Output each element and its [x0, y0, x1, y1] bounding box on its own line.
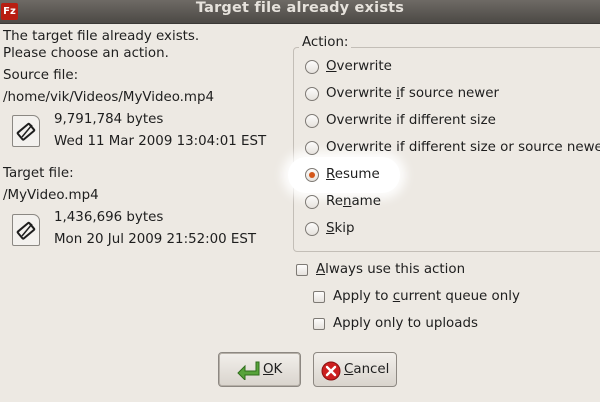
- source-file-date: Wed 11 Mar 2009 13:04:01 EST: [54, 134, 267, 149]
- message-line-1: The target file already exists.: [3, 29, 200, 44]
- radio-button[interactable]: [305, 195, 319, 209]
- radio-button[interactable]: [305, 114, 319, 128]
- target-file-size: 1,436,696 bytes: [54, 210, 164, 225]
- radio-button-selected[interactable]: [305, 168, 319, 182]
- source-video-file-icon: [12, 115, 40, 147]
- target-file-date: Mon 20 Jul 2009 21:52:00 EST: [54, 232, 257, 247]
- radio-button[interactable]: [305, 87, 319, 101]
- source-file-size: 9,791,784 bytes: [54, 112, 164, 127]
- checkbox[interactable]: [313, 291, 325, 303]
- target-file-label: Target file:: [3, 166, 74, 181]
- ok-button[interactable]: OK: [218, 352, 301, 387]
- always-use-action-checkbox[interactable]: Always use this action: [296, 261, 476, 281]
- radio-resume[interactable]: Resume: [305, 164, 405, 186]
- radio-button[interactable]: [305, 222, 319, 236]
- checkbox[interactable]: [296, 264, 308, 276]
- message-line-2: Please choose an action.: [3, 46, 169, 61]
- source-file-path: /home/vik/Videos/MyVideo.mp4: [3, 90, 214, 105]
- checkbox[interactable]: [313, 318, 325, 330]
- radio-overwrite[interactable]: Overwrite: [305, 56, 505, 78]
- window-title: Target file already exists: [195, 0, 405, 16]
- source-file-label: Source file:: [3, 68, 79, 83]
- radio-button[interactable]: [305, 141, 319, 155]
- target-file-path: /MyVideo.mp4: [3, 188, 99, 203]
- apply-only-to-uploads-checkbox[interactable]: Apply only to uploads: [313, 315, 483, 335]
- radio-overwrite-if-newer[interactable]: Overwrite if source newer: [305, 83, 525, 105]
- radio-rename[interactable]: Rename: [305, 191, 405, 213]
- file-exists-dialog: The target file already exists. Please c…: [0, 24, 600, 402]
- target-video-file-icon: [12, 214, 40, 246]
- radio-button[interactable]: [305, 60, 319, 74]
- radio-overwrite-if-different-size-or-newer[interactable]: Overwrite if different size or source ne…: [305, 137, 600, 159]
- cancel-icon: [321, 361, 341, 385]
- cancel-button[interactable]: Cancel: [313, 352, 397, 387]
- green-arrow-icon: [236, 360, 260, 384]
- title-bar: Fz Target file already exists: [0, 0, 600, 24]
- radio-overwrite-if-different-size[interactable]: Overwrite if different size: [305, 110, 525, 132]
- action-frame-label: Action:: [299, 34, 352, 52]
- apply-to-current-queue-checkbox[interactable]: Apply to current queue only: [313, 288, 523, 308]
- radio-skip[interactable]: Skip: [305, 218, 405, 240]
